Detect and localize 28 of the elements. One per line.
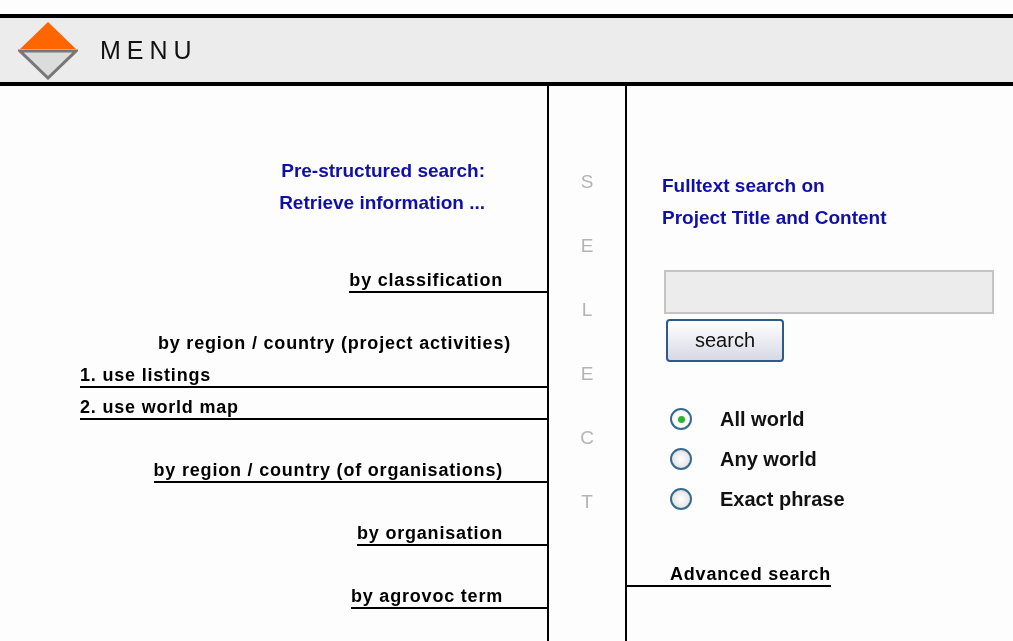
search-link[interactable]: 2. use world map: [80, 396, 239, 420]
section-heading: Project Title and Content: [662, 206, 887, 230]
section-heading: Retrieve information ...: [279, 191, 485, 215]
search-link[interactable]: 1. use listings: [80, 364, 212, 388]
search-link[interactable]: by organisation: [357, 522, 503, 546]
radio-option[interactable]: Exact phrase: [670, 479, 845, 519]
section-heading: Fulltext search on: [662, 174, 826, 198]
select-letter: T: [581, 490, 593, 514]
search-field[interactable]: [664, 270, 994, 314]
select-letter: E: [580, 362, 594, 386]
select-letter: S: [580, 170, 594, 194]
diamond-logo-icon: [18, 20, 78, 80]
group-label: by region / country (project activities): [157, 332, 511, 355]
select-letter: E: [580, 234, 594, 258]
search-link[interactable]: by region / country (of organisations): [153, 459, 503, 483]
radio-option[interactable]: Any world: [670, 439, 845, 479]
section-heading: Pre-structured search:: [281, 159, 485, 183]
search-link[interactable]: by classification: [349, 269, 503, 293]
select-letter: C: [580, 426, 594, 450]
search-link[interactable]: by agrovoc term: [350, 585, 503, 609]
radio-option[interactable]: All world: [670, 399, 845, 439]
advanced-search-link[interactable]: Advanced search: [670, 563, 832, 587]
radio-button[interactable]: [670, 408, 692, 430]
radio-button[interactable]: [670, 488, 692, 510]
menu-title: MENU: [100, 35, 198, 65]
radio-button[interactable]: [670, 448, 692, 470]
select-letter: L: [581, 298, 593, 322]
search-button[interactable]: search: [666, 319, 784, 362]
